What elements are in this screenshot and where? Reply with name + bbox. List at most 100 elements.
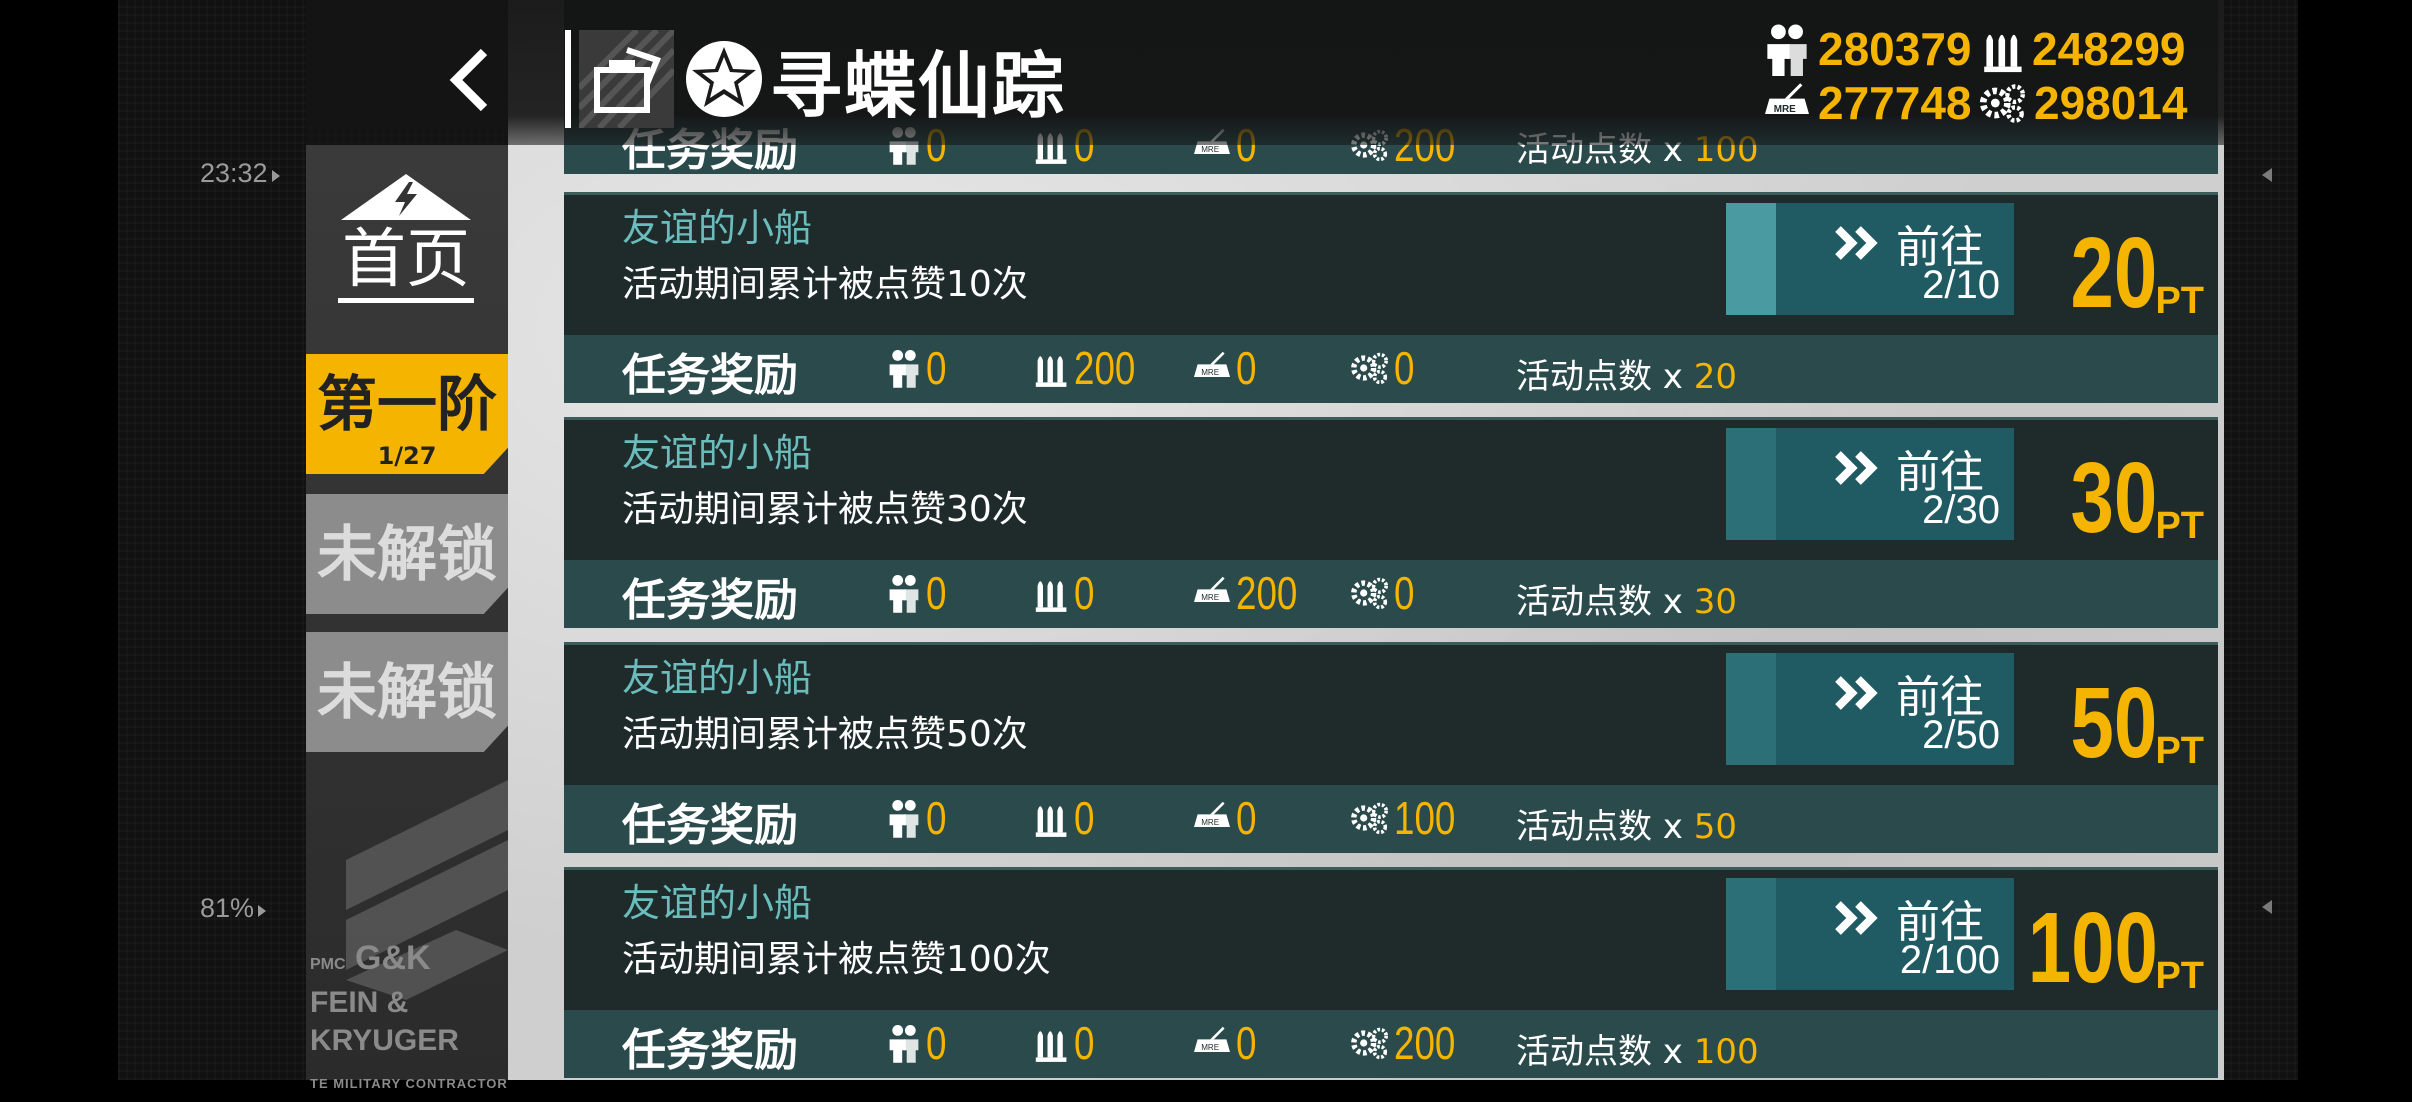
task-description: 活动期间累计被点赞100次 xyxy=(622,939,1051,980)
task-points: 100 PT xyxy=(2027,892,2204,1004)
manpower-icon xyxy=(886,348,922,388)
reward-manpower: 0 xyxy=(886,791,952,845)
tier-label: 未解锁 xyxy=(317,520,497,590)
task-info: 友谊的小船 活动期间累计被点赞30次 xyxy=(622,428,1028,536)
manpower-icon xyxy=(1762,22,1812,76)
task-description: 活动期间累计被点赞10次 xyxy=(622,264,1028,305)
rations-icon xyxy=(1192,575,1232,611)
task-card: 友谊的小船 活动期间累计被点赞30次 前往 2/30 30PT 任务奖励 0 xyxy=(564,417,2218,628)
goto-button[interactable]: 前往 2/100 xyxy=(1726,878,2014,990)
task-progress: 2/100 xyxy=(1899,938,2000,982)
reward-row: 任务奖励 0 200 0 0 活动点数 x 20 xyxy=(564,335,2218,403)
reward-ammo: 200 xyxy=(1034,341,1151,395)
ammo-icon xyxy=(1034,348,1070,388)
reward-rations: 0 xyxy=(1192,791,1262,845)
rations-icon xyxy=(1762,81,1812,125)
task-name: 友谊的小船 xyxy=(622,431,813,475)
reward-ammo: 0 xyxy=(1034,566,1100,620)
task-card: 友谊的小船 活动期间累计被点赞100次 前往 2/100 100 PT 任务奖励 … xyxy=(564,867,2218,1078)
home-label: 首页 xyxy=(338,222,474,303)
manpower-icon xyxy=(886,1023,922,1063)
home-icon xyxy=(341,174,471,220)
reward-row: 任务奖励 0 0 200 0 活动点数 x 30 xyxy=(564,560,2218,628)
reward-label: 任务奖励 xyxy=(622,1025,798,1076)
star-icon xyxy=(686,41,762,117)
reward-manpower: 0 xyxy=(886,1016,952,1070)
reward-parts: 0 xyxy=(1350,341,1420,395)
double-chevron-icon xyxy=(1835,676,1878,710)
task-name: 友谊的小船 xyxy=(622,881,813,925)
double-chevron-icon xyxy=(1835,451,1878,485)
task-name: 友谊的小船 xyxy=(622,656,813,700)
status-battery: 81% xyxy=(200,893,266,924)
task-progress: 2/30 xyxy=(1922,488,2000,532)
tier-3-tab-locked[interactable]: 未解锁 xyxy=(306,632,508,752)
reward-row: 任务奖励 0 0 0 100 活动点数 x 50 xyxy=(564,785,2218,853)
rations-icon xyxy=(1192,350,1232,386)
task-card: 友谊的小船 活动期间累计被点赞10次 前往 2/10 20PT 任务奖励 0 xyxy=(564,192,2218,403)
tier-1-tab[interactable]: 第一阶 1/27 xyxy=(306,354,508,474)
task-card: 友谊的小船 活动期间累计被点赞50次 前往 2/50 50PT 任务奖励 0 xyxy=(564,642,2218,853)
task-name: 友谊的小船 xyxy=(622,206,813,250)
reward-ammo: 0 xyxy=(1034,1016,1100,1070)
goto-button[interactable]: 前往 2/10 xyxy=(1726,203,2014,315)
reward-parts: 0 xyxy=(1350,566,1420,620)
home-button[interactable]: 首页 xyxy=(306,172,506,322)
rations-icon xyxy=(1192,1025,1232,1061)
task-points: 20 PT xyxy=(2070,217,2204,329)
activity-points: 活动点数 x 30 xyxy=(1516,582,1738,622)
reward-rations: 0 xyxy=(1192,1016,1262,1070)
back-arrow-icon xyxy=(449,48,488,112)
right-edge-marker xyxy=(2262,168,2272,182)
reward-rations: 200 xyxy=(1192,566,1313,620)
tier-2-tab-locked[interactable]: 未解锁 xyxy=(306,494,508,614)
goto-button[interactable]: 前往 2/30 xyxy=(1726,428,2014,540)
task-info: 友谊的小船 活动期间累计被点赞10次 xyxy=(622,203,1028,311)
ammo-icon xyxy=(1034,1023,1070,1063)
back-button[interactable] xyxy=(440,40,500,120)
manpower-icon xyxy=(886,798,922,838)
resource-ammo: 248299 xyxy=(1982,22,2186,76)
task-description: 活动期间累计被点赞50次 xyxy=(622,714,1028,755)
parts-icon xyxy=(1350,350,1390,386)
resource-manpower: 280379 xyxy=(1762,22,1972,76)
ammo-icon xyxy=(1034,573,1070,613)
tier-label: 第一阶 xyxy=(317,370,497,440)
activity-points: 活动点数 x 20 xyxy=(1516,357,1738,397)
task-info: 友谊的小船 活动期间累计被点赞100次 xyxy=(622,878,1051,986)
activity-points: 活动点数 x 50 xyxy=(1516,807,1738,847)
task-progress: 2/50 xyxy=(1922,713,2000,757)
reward-manpower: 0 xyxy=(886,341,952,395)
goto-button[interactable]: 前往 2/50 xyxy=(1726,653,2014,765)
double-chevron-icon xyxy=(1835,226,1878,260)
reward-label: 任务奖励 xyxy=(622,350,798,401)
reward-ammo: 0 xyxy=(1034,791,1100,845)
parts-icon xyxy=(1978,81,2028,125)
resource-parts: 298014 xyxy=(1978,76,2188,130)
reward-parts: 200 xyxy=(1350,1016,1471,1070)
tier-progress: 1/27 xyxy=(377,442,437,470)
parts-icon xyxy=(1350,575,1390,611)
parts-icon xyxy=(1350,800,1390,836)
task-points: 50 PT xyxy=(2070,667,2204,779)
title-divider xyxy=(565,30,571,128)
right-edge-marker xyxy=(2262,900,2272,914)
ammo-icon xyxy=(1034,798,1070,838)
resource-rations: 277748 xyxy=(1762,76,1972,130)
reward-parts: 100 xyxy=(1350,791,1471,845)
task-info: 友谊的小船 活动期间累计被点赞50次 xyxy=(622,653,1028,761)
double-chevron-icon xyxy=(1835,901,1878,935)
parts-icon xyxy=(1350,1025,1390,1061)
reward-manpower: 0 xyxy=(886,566,952,620)
reward-label: 任务奖励 xyxy=(622,575,798,626)
manpower-icon xyxy=(886,573,922,613)
task-progress: 2/10 xyxy=(1922,263,2000,307)
reward-label: 任务奖励 xyxy=(622,800,798,851)
company-logo: PMC G&K FEIN & KRYUGER TE MILITARY CONTR… xyxy=(310,939,508,1091)
status-time: 23:32 xyxy=(200,158,280,189)
page-title: 寻蝶仙踪 xyxy=(770,42,1067,128)
ammo-icon xyxy=(1982,24,2026,74)
event-icon xyxy=(579,30,674,128)
task-points: 30 PT xyxy=(2070,442,2204,554)
rations-icon xyxy=(1192,800,1232,836)
